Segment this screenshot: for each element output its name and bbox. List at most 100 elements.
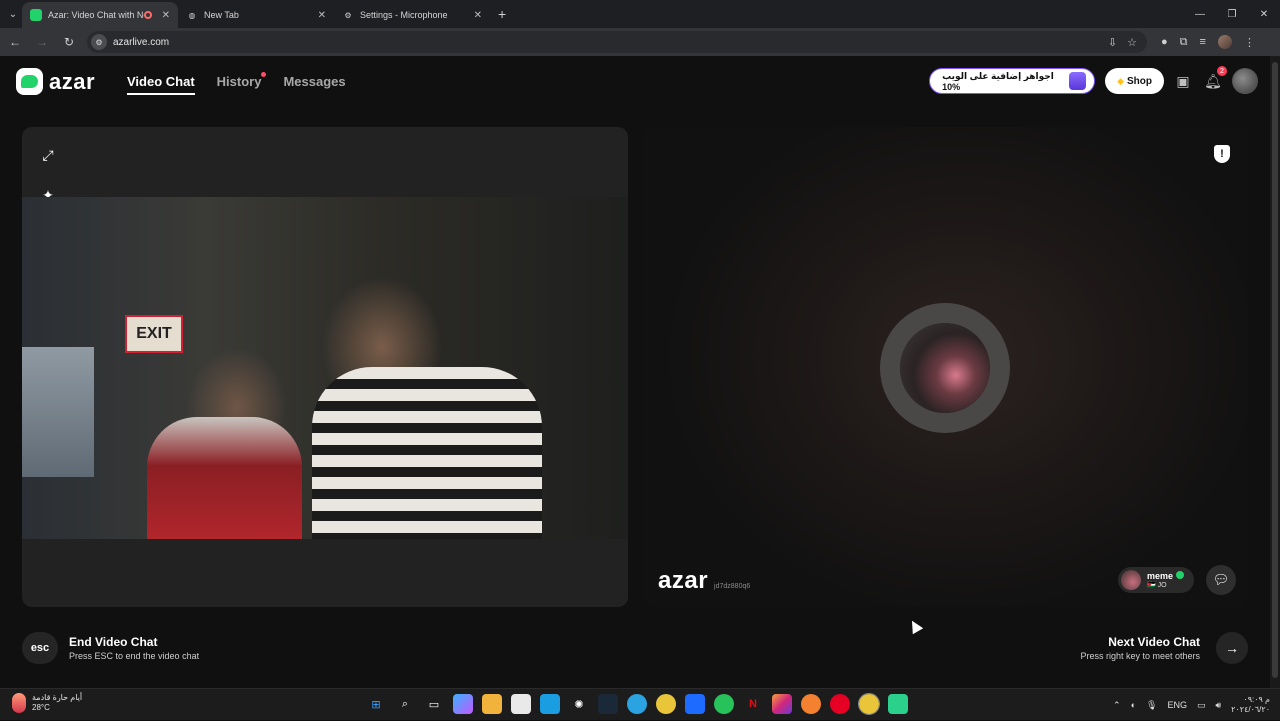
copilot-icon[interactable] xyxy=(453,694,473,714)
steam-icon[interactable] xyxy=(598,694,618,714)
nav-messages[interactable]: Messages xyxy=(283,74,345,95)
install-app-icon[interactable]: ⇩ xyxy=(1108,36,1117,49)
dropbox-icon[interactable] xyxy=(685,694,705,714)
unread-dot xyxy=(261,72,267,77)
next-arrow-button[interactable]: → xyxy=(1216,632,1248,664)
media-controls-icon[interactable]: ≡ xyxy=(1200,36,1206,48)
weather-widget[interactable]: أيام حارة قادمة 28°C xyxy=(12,693,82,713)
search-icon[interactable]: ⌕ xyxy=(395,694,415,714)
person-right-image xyxy=(312,367,542,539)
tab-title: New Tab xyxy=(204,10,239,20)
app-orange-icon[interactable] xyxy=(801,694,821,714)
clock-date: ٢٠٢٤/٠٦/٢٠ xyxy=(1231,705,1270,714)
language-indicator[interactable]: ENG xyxy=(1167,700,1187,710)
tab-search-icon[interactable]: ⌄ xyxy=(4,5,22,23)
watermark-logo: azar xyxy=(658,567,709,594)
recording-icon xyxy=(143,11,152,19)
new-tab-button[interactable]: + xyxy=(498,6,506,22)
maximize-icon[interactable]: ❐ xyxy=(1216,0,1248,28)
whatsapp-icon[interactable] xyxy=(714,694,734,714)
chat-bubble-icon[interactable]: 💬︎ xyxy=(1206,565,1236,595)
thermometer-icon xyxy=(12,693,26,713)
task-view-icon[interactable]: ▭ xyxy=(424,694,444,714)
system-tray: ⌃ ◐ 🎙︎ ENG ▭ 🔊︎ م ٠٩:٠٩ ٢٠٢٤/٠٦/٢٠ xyxy=(1113,689,1270,721)
close-icon[interactable]: ✕ xyxy=(162,10,170,21)
peer-profile-chip[interactable]: meme 🇯🇴 JO xyxy=(1117,567,1194,593)
peer-country: 🇯🇴 JO xyxy=(1146,581,1167,589)
page-scrollbar[interactable] xyxy=(1270,56,1280,688)
extension-icons: ● ⧉ ≡ ⋮ xyxy=(1161,35,1255,49)
extensions-icon[interactable]: ⧉ xyxy=(1180,36,1188,49)
peer-avatar-preview xyxy=(900,323,990,413)
netflix-icon[interactable]: N xyxy=(743,694,763,714)
nav-history-label: History xyxy=(216,74,262,89)
tab-azar[interactable]: Azar: Video Chat with New ✕ xyxy=(22,2,178,28)
chatgpt-icon[interactable]: ✺ xyxy=(569,694,589,714)
peer-name: meme xyxy=(1146,570,1173,581)
volume-icon[interactable]: 🔊︎ xyxy=(1216,700,1222,711)
report-shield-icon[interactable]: ! xyxy=(1214,145,1230,163)
weather-text: أيام حارة قادمة xyxy=(32,693,83,702)
browser-tab-bar: ⌄ Azar: Video Chat with New ✕ ◍ New Tab … xyxy=(0,0,1280,28)
profile-icon[interactable] xyxy=(1217,35,1232,49)
address-toolbar: ← → ↻ ⚙ azarlive.com ⇩ ☆ ● ⧉ ≡ ⋮ xyxy=(0,28,1280,56)
clock-time: م ٠٩:٠٩ xyxy=(1243,695,1270,704)
tab-title: Settings - Microphone xyxy=(360,10,448,20)
nav-video-chat[interactable]: Video Chat xyxy=(127,74,195,95)
verified-icon xyxy=(1176,570,1184,579)
end-chat-title: End Video Chat xyxy=(69,635,158,649)
avatar[interactable] xyxy=(1232,68,1258,94)
tab-settings-microphone[interactable]: ⚙ Settings - Microphone ✕ xyxy=(334,2,490,28)
tab-new-tab[interactable]: ◍ New Tab ✕ xyxy=(178,2,334,28)
expand-icon[interactable]: ⤢ xyxy=(34,141,62,169)
telegram-icon[interactable] xyxy=(627,694,647,714)
chevron-up-icon[interactable]: ⌃ xyxy=(1113,700,1121,711)
microphone-icon[interactable]: 🎙︎ xyxy=(1146,700,1157,711)
url-text[interactable]: azarlive.com xyxy=(113,37,1108,48)
forward-icon[interactable]: → xyxy=(30,30,54,54)
app-tray-icon[interactable]: ◐ xyxy=(1131,700,1136,710)
network-icon[interactable]: ▭ xyxy=(1197,700,1206,711)
azar-watermark: azar jd7dz880q6 xyxy=(658,567,750,595)
self-video-panel: ⤢ ✦ EXIT xyxy=(22,127,628,607)
edge-icon[interactable] xyxy=(540,694,560,714)
globe-icon: ◍ xyxy=(188,10,196,20)
pinterest-icon[interactable] xyxy=(830,694,850,714)
windows-start-icon[interactable]: ⊞ xyxy=(366,694,386,714)
bell-icon[interactable]: 🔔︎ 2 xyxy=(1202,66,1227,92)
android-app-icon[interactable] xyxy=(888,694,908,714)
omnibox[interactable]: ⚙ azarlive.com ⇩ ☆ xyxy=(87,31,1147,53)
tab-title: Azar: Video Chat with New xyxy=(48,10,144,20)
file-explorer-icon[interactable] xyxy=(482,694,502,714)
promo-banner[interactable]: اجواهر إضافية على الويب 10% xyxy=(929,68,1096,94)
next-chat-hint: Press right key to meet others xyxy=(1080,651,1200,661)
kebab-menu-icon[interactable]: ⋮ xyxy=(1244,36,1255,49)
peer-avatar xyxy=(1120,570,1141,590)
chrome-icon[interactable] xyxy=(656,694,676,714)
bookmark-star-icon[interactable]: ☆ xyxy=(1127,36,1137,49)
instagram-icon[interactable] xyxy=(772,694,792,714)
store-icon[interactable] xyxy=(511,694,531,714)
clock[interactable]: م ٠٩:٠٩ ٢٠٢٤/٠٦/٢٠ xyxy=(1231,695,1270,715)
exit-sign: EXIT xyxy=(125,315,183,353)
vpn-extension-icon[interactable]: ● xyxy=(1161,36,1168,48)
azar-app: azar Video Chat History Messages اجواهر … xyxy=(0,56,1270,688)
shop-button[interactable]: ◆ Shop xyxy=(1105,68,1164,94)
gem-icon: ◆ xyxy=(1117,75,1124,86)
shop-label: Shop xyxy=(1127,75,1152,87)
back-icon[interactable]: ← xyxy=(3,30,27,54)
azar-logo[interactable]: azar xyxy=(16,68,95,95)
nav-history[interactable]: History xyxy=(216,72,267,95)
reload-icon[interactable]: ↻ xyxy=(57,30,81,54)
inbox-icon[interactable]: ▣ xyxy=(1172,70,1194,92)
esc-button[interactable]: esc xyxy=(22,632,58,664)
person-left-image xyxy=(147,417,302,539)
close-icon[interactable]: ✕ xyxy=(474,10,482,21)
minimize-icon[interactable]: — xyxy=(1184,0,1216,28)
close-icon[interactable]: ✕ xyxy=(318,10,326,21)
chrome-active-icon[interactable] xyxy=(858,693,880,715)
taskbar-apps: ⊞ ⌕ ▭ ✺ N xyxy=(366,693,908,715)
close-window-icon[interactable]: ✕ xyxy=(1248,0,1280,28)
site-info-icon[interactable]: ⚙ xyxy=(91,34,107,50)
header-actions: اجواهر إضافية على الويب 10% ◆ Shop ▣ 🔔︎ 2 xyxy=(929,66,1258,94)
